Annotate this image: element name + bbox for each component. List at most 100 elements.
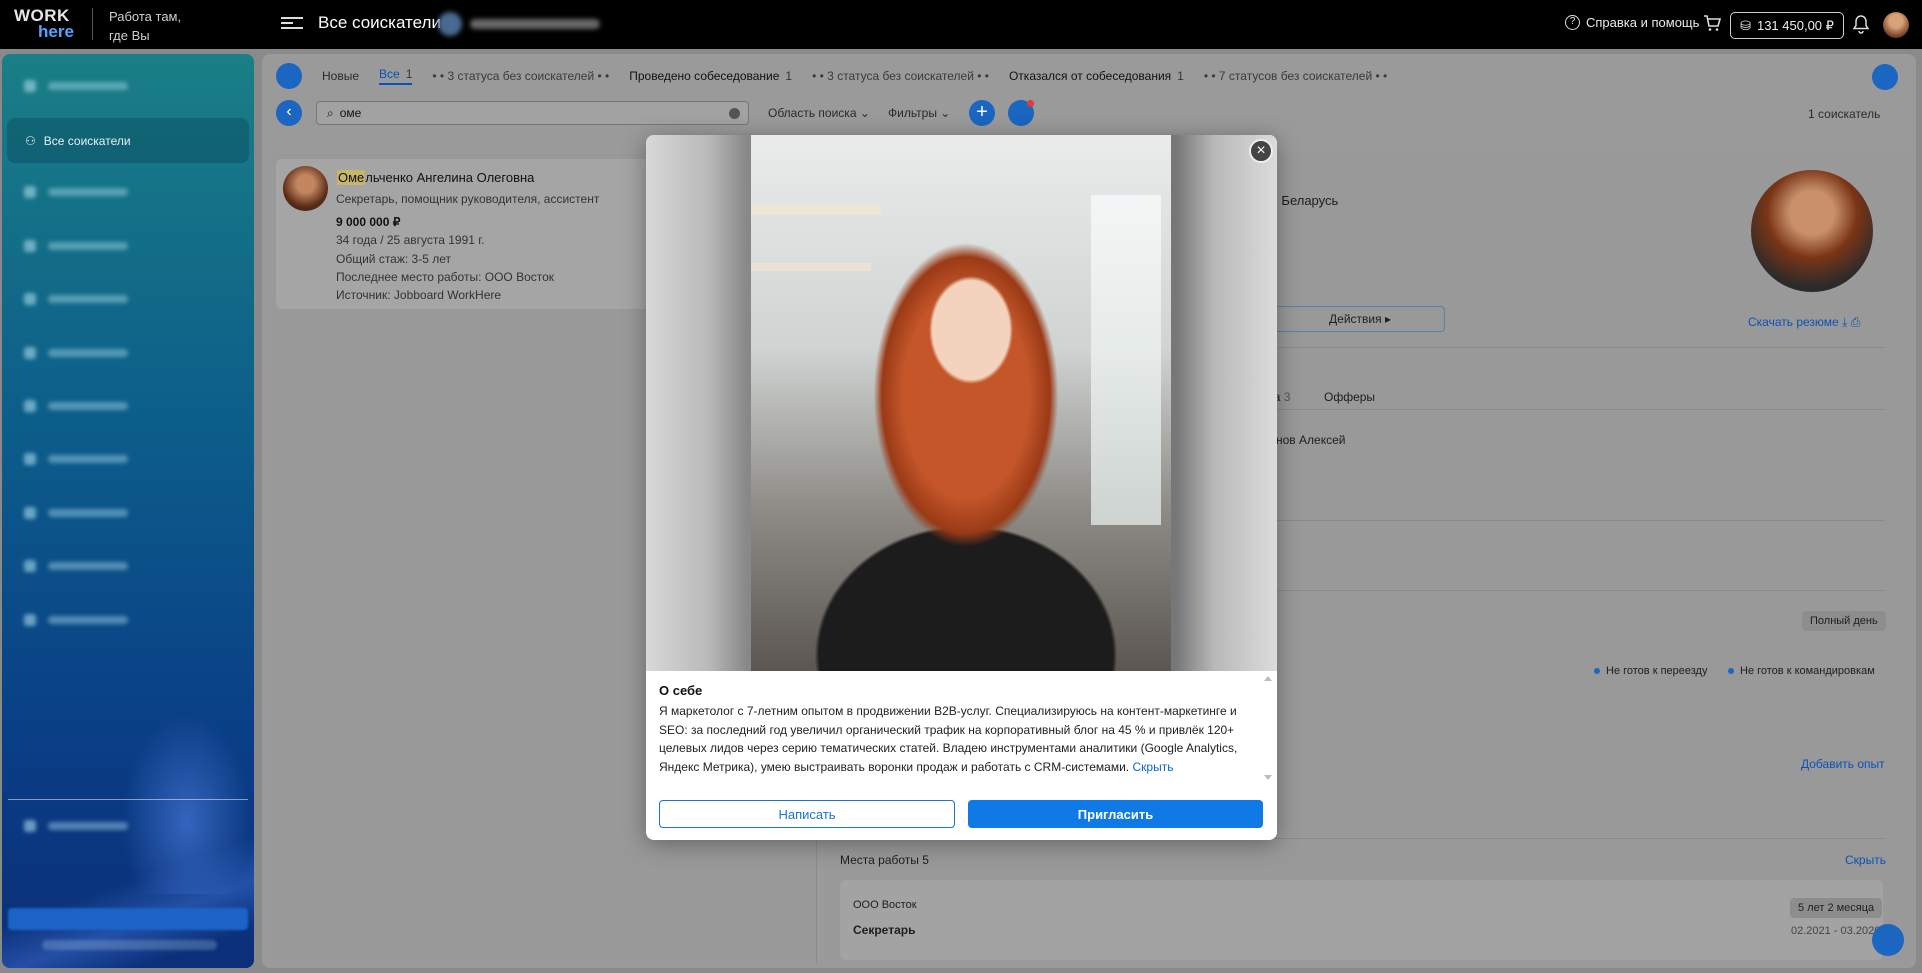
candidate-salary: 9 000 000 ₽ <box>336 215 401 229</box>
back-button[interactable]: ‹ <box>276 100 302 126</box>
collapsed-statuses[interactable]: • • 7 статусов без соискателей • • <box>1204 69 1387 83</box>
hide-about-link[interactable]: Скрыть <box>1133 760 1174 774</box>
mascot-illustration <box>122 714 252 894</box>
tab-refused[interactable]: Отказался от собеседования 1 <box>1009 69 1184 83</box>
detail-avatar <box>1751 170 1873 292</box>
candidate-photo-modal: × О себе Я маркетолог с 7-летним опытом … <box>646 135 1277 840</box>
stats-icon[interactable] <box>276 63 302 89</box>
download-resume-link[interactable]: Скачать резюме ⤓ ⎙ <box>1748 315 1860 330</box>
workplace-card[interactable] <box>840 880 1883 960</box>
candidate-age: 34 года / 25 августа 1991 г. <box>336 233 485 247</box>
status-tabs: Новые Все 1 • • 3 статуса без соискателей… <box>276 63 1387 89</box>
tab-all-label: Все <box>379 67 400 81</box>
sidebar-item-blurred[interactable] <box>24 76 128 96</box>
tab-count: 1 <box>785 69 793 83</box>
divider <box>1270 347 1885 348</box>
add-candidate-button[interactable]: + <box>969 100 995 126</box>
sidebar-item-blurred[interactable] <box>24 343 128 363</box>
relocation-tag: Не готов к переезду <box>1594 665 1707 677</box>
sidebar-item-blurred[interactable] <box>24 182 128 202</box>
collapsed-statuses[interactable]: • • 3 статуса без соискателей • • <box>812 69 989 83</box>
sidebar-item-blurred[interactable] <box>24 449 128 469</box>
work-period: 02.2021 - 03.2026 <box>1791 925 1881 937</box>
cart-icon[interactable] <box>1702 13 1722 33</box>
notification-dot <box>1027 100 1034 107</box>
close-icon[interactable]: × <box>1249 139 1273 163</box>
search-highlight: Оме <box>337 170 366 185</box>
candidate-avatar <box>283 166 328 211</box>
scroll-down-arrow[interactable] <box>1264 775 1272 780</box>
sidebar-item-blurred[interactable] <box>24 816 128 836</box>
sidebar-item-blurred[interactable] <box>24 236 128 256</box>
search-scope-dropdown[interactable]: Область поиска ⌄ <box>768 106 870 120</box>
scroll-up-arrow[interactable] <box>1264 676 1272 681</box>
menu-icon[interactable] <box>281 14 303 34</box>
sidebar-item-blurred[interactable] <box>24 503 128 523</box>
search-input[interactable]: ⌕ оме <box>316 101 749 125</box>
wallet-icon: ⛁ <box>1740 17 1751 33</box>
filters-label: Фильтры <box>888 106 937 120</box>
download-icon: ⤓ <box>1842 315 1848 329</box>
divider <box>1270 409 1885 410</box>
candidate-source: Источник: Jobboard WorkHere <box>336 288 502 302</box>
photo-lamp <box>751 263 871 271</box>
sidebar-item-blurred[interactable] <box>24 289 128 309</box>
actions-button[interactable]: Действия ▸ <box>1275 306 1445 332</box>
balance-button[interactable]: ⛁ 131 450,00 ₽ <box>1730 12 1844 39</box>
sidebar-item-blurred[interactable] <box>24 556 128 576</box>
blurred-user-chip <box>438 11 608 37</box>
search-icon: ⌕ <box>327 105 334 120</box>
work-position: Секретарь <box>853 923 916 937</box>
tab-count: 1 <box>1177 69 1184 83</box>
logo[interactable]: WORK here <box>14 7 78 41</box>
tag-label: Не готов к командировкам <box>1740 665 1875 677</box>
bell-icon[interactable] <box>1852 14 1870 34</box>
chevron-down-icon: ⌄ <box>859 106 870 120</box>
column-settings-button[interactable] <box>1872 64 1898 90</box>
workplaces-header: Места работы 5 <box>840 853 929 867</box>
candidate-name[interactable]: Омельченко Ангелина Олеговна <box>337 170 534 185</box>
tab-offers[interactable]: Офферы <box>1324 390 1375 404</box>
tab-interview-done[interactable]: Проведено собеседование 1 <box>629 69 792 83</box>
clear-search-icon[interactable] <box>729 108 740 119</box>
question-icon: ? <box>1565 15 1580 30</box>
about-text: Я маркетолог с 7-летним опытом в продвиж… <box>659 702 1244 776</box>
photo-window <box>1091 195 1161 525</box>
sidebar-item-all-candidates[interactable]: ⚇ Все соискатели <box>7 118 249 163</box>
sidebar: ⚇ Все соискатели <box>2 54 254 968</box>
actions-label: Действия <box>1329 312 1382 326</box>
tab-label: Проведено собеседование <box>629 69 780 83</box>
candidate-photo <box>751 135 1171 671</box>
tab-label: Отказался от собеседования <box>1008 69 1172 83</box>
logo-text-bottom: here <box>38 22 74 41</box>
work-company: ООО Восток <box>853 899 917 911</box>
divider <box>1270 520 1885 521</box>
invite-button[interactable]: Пригласить <box>968 800 1263 828</box>
filters-dropdown[interactable]: Фильтры ⌄ <box>888 106 950 120</box>
sidebar-item-blurred[interactable] <box>24 610 128 630</box>
tab-all[interactable]: Все 1 <box>379 67 413 85</box>
collapsed-statuses[interactable]: • • 3 статуса без соискателей • • <box>432 69 609 83</box>
download-label: Скачать резюме <box>1748 315 1839 329</box>
hide-workplaces-link[interactable]: Скрыть <box>1845 853 1886 867</box>
help-link[interactable]: ? Справка и помощь <box>1565 15 1699 30</box>
results-count: 1 соискатель <box>1808 107 1881 121</box>
user-avatar[interactable] <box>1883 12 1909 38</box>
about-title: О себе <box>659 683 703 698</box>
sidebar-blurred-toggle[interactable] <box>42 940 217 950</box>
add-experience-link[interactable]: Добавить опыт <box>1801 757 1885 771</box>
divider <box>1270 590 1885 591</box>
write-button[interactable]: Написать <box>659 800 955 828</box>
chat-button[interactable] <box>1872 924 1904 956</box>
candidate-experience: Общий стаж: 3-5 лет <box>336 252 452 266</box>
users-icon: ⚇ <box>25 133 36 148</box>
tab-all-count: 1 <box>405 67 413 81</box>
history-button[interactable] <box>1008 100 1034 126</box>
balance-value: 131 450,00 ₽ <box>1756 17 1834 33</box>
sidebar-item-blurred[interactable] <box>24 396 128 416</box>
scope-label: Область поиска <box>768 106 857 120</box>
tab-new[interactable]: Новые <box>322 69 359 83</box>
page-title: Все соискатели <box>318 13 441 32</box>
sidebar-blurred-button[interactable] <box>8 908 248 930</box>
name-rest: льченко Ангелина Олеговна <box>365 170 535 185</box>
